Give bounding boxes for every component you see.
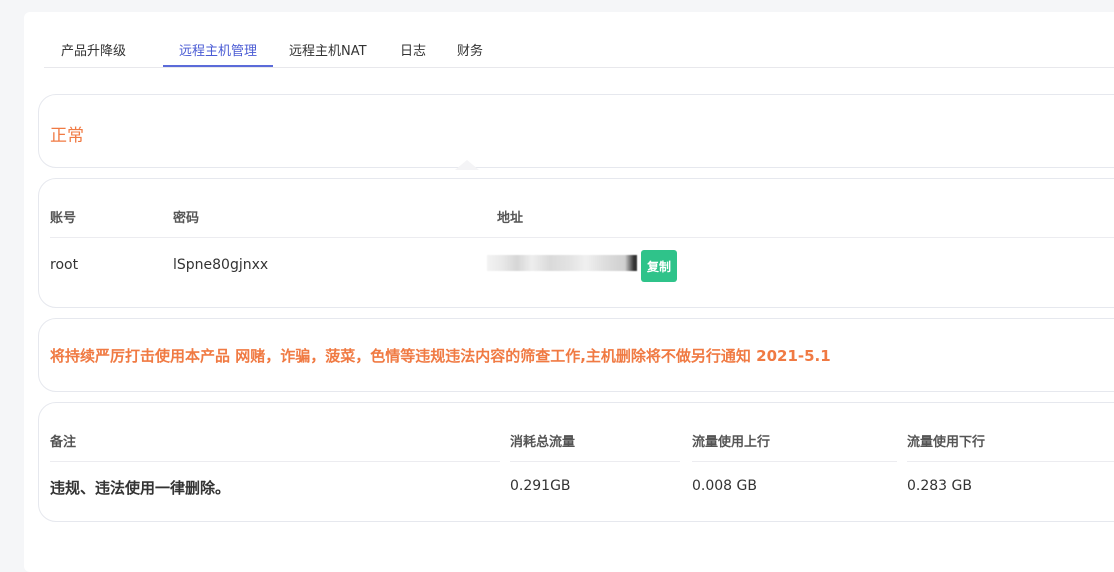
tab-finance[interactable]: 财务 xyxy=(457,40,483,59)
tab-product-upgrade[interactable]: 产品升降级 xyxy=(61,40,126,59)
status-text: 正常 xyxy=(50,126,84,146)
remark-header: 备注 xyxy=(50,435,77,450)
status-card: 正常 xyxy=(38,94,1114,168)
tab-remote-host-nat[interactable]: 远程主机NAT xyxy=(289,40,367,59)
credentials-card: 账号 密码 地址 root lSpne80gjnxx 复制 xyxy=(38,178,1114,308)
tab-logs[interactable]: 日志 xyxy=(400,40,426,59)
usage-divider-3 xyxy=(692,461,897,462)
usage-divider-2 xyxy=(510,461,680,462)
total-traffic-header: 消耗总流量 xyxy=(510,435,576,450)
notice-card: 将持续严厉打击使用本产品 网赌，诈骗，菠菜，色情等违规违法内容的筛查工作,主机删… xyxy=(38,318,1114,392)
usage-divider-4 xyxy=(907,461,1114,462)
usage-divider-1 xyxy=(50,461,500,462)
tab-remote-host-management[interactable]: 远程主机管理 xyxy=(179,40,257,59)
notice-text: 将持续严厉打击使用本产品 网赌，诈骗，菠菜，色情等违规违法内容的筛查工作,主机删… xyxy=(50,347,831,365)
card-pointer xyxy=(455,160,479,170)
download-traffic-header: 流量使用下行 xyxy=(907,435,986,450)
active-tab-indicator xyxy=(163,65,273,67)
remark-value: 违规、违法使用一律删除。 xyxy=(50,479,231,497)
total-traffic-value: 0.291GB xyxy=(510,478,571,494)
tab-bar: 产品升降级 远程主机管理 远程主机NAT 日志 财务 xyxy=(44,12,1114,68)
usage-card: 备注 消耗总流量 流量使用上行 流量使用下行 违规、违法使用一律删除。 0.29… xyxy=(38,402,1114,522)
address-value-redacted xyxy=(487,255,637,271)
upload-traffic-header: 流量使用上行 xyxy=(692,435,771,450)
copy-button[interactable]: 复制 xyxy=(641,250,677,282)
password-value: lSpne80gjnxx xyxy=(173,257,269,273)
credentials-divider xyxy=(50,237,1114,238)
address-header: 地址 xyxy=(497,211,524,226)
password-header: 密码 xyxy=(173,211,200,226)
download-traffic-value: 0.283 GB xyxy=(907,478,972,494)
account-value: root xyxy=(50,257,79,273)
account-header: 账号 xyxy=(50,211,77,226)
upload-traffic-value: 0.008 GB xyxy=(692,478,757,494)
